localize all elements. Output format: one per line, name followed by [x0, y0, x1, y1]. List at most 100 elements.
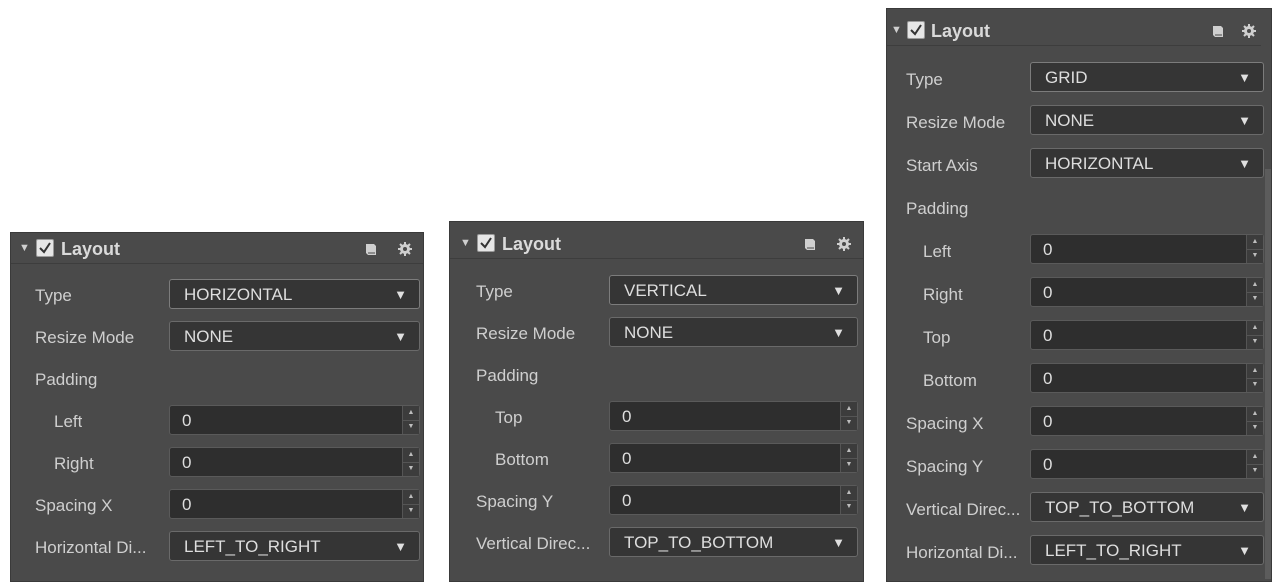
checkmark-icon [39, 242, 51, 254]
spacing-x-value: 0 [1043, 412, 1053, 431]
padding-left-field[interactable]: 0 ▲ ▼ [169, 405, 420, 435]
type-dropdown[interactable]: GRID ▼ [1030, 62, 1264, 92]
vertical-direction-label: Vertical Direc... [476, 534, 591, 553]
spacing-x-field[interactable]: 0 ▲ ▼ [1030, 406, 1264, 436]
stepper-up-icon[interactable]: ▲ [403, 406, 419, 421]
stepper-up-icon[interactable]: ▲ [1247, 450, 1263, 465]
stepper[interactable]: ▲ ▼ [840, 486, 857, 514]
stepper-up-icon[interactable]: ▲ [841, 402, 857, 417]
padding-bottom-label: Bottom [923, 371, 977, 390]
stepper-down-icon[interactable]: ▼ [1247, 421, 1263, 435]
resize-mode-dropdown[interactable]: NONE ▼ [169, 321, 420, 351]
stepper-down-icon[interactable]: ▼ [403, 504, 419, 518]
stepper-up-icon[interactable]: ▲ [1247, 278, 1263, 293]
start-axis-value: HORIZONTAL [1045, 154, 1154, 173]
enabled-checkbox[interactable] [36, 239, 54, 257]
stepper-down-icon[interactable]: ▼ [841, 458, 857, 472]
resize-mode-value: NONE [1045, 111, 1095, 130]
padding-label: Padding [476, 366, 539, 385]
stepper[interactable]: ▲ ▼ [402, 406, 419, 434]
stepper-up-icon[interactable]: ▲ [403, 490, 419, 505]
spacing-y-field[interactable]: 0 ▲ ▼ [1030, 449, 1264, 479]
spacing-y-value: 0 [622, 491, 632, 510]
dropdown-arrow-icon: ▼ [1238, 113, 1251, 128]
resize-mode-dropdown[interactable]: NONE ▼ [1030, 105, 1264, 135]
collapse-triangle-icon[interactable]: ▼ [460, 237, 471, 249]
start-axis-dropdown[interactable]: HORIZONTAL ▼ [1030, 148, 1264, 178]
dropdown-arrow-icon: ▼ [394, 329, 407, 344]
stepper[interactable]: ▲ ▼ [1246, 364, 1263, 392]
vertical-direction-dropdown[interactable]: TOP_TO_BOTTOM ▼ [1030, 492, 1264, 522]
padding-label: Padding [906, 199, 969, 218]
panel-title: Layout [61, 239, 121, 259]
resize-mode-value: NONE [624, 323, 674, 342]
stepper-up-icon[interactable]: ▲ [1247, 364, 1263, 379]
stepper[interactable]: ▲ ▼ [840, 444, 857, 472]
stepper-up-icon[interactable]: ▲ [841, 444, 857, 459]
stepper[interactable]: ▲ ▼ [1246, 407, 1263, 435]
enabled-checkbox[interactable] [477, 234, 495, 252]
stepper[interactable]: ▲ ▼ [1246, 278, 1263, 306]
gear-icon[interactable] [397, 241, 413, 257]
stepper-up-icon[interactable]: ▲ [1247, 407, 1263, 422]
spacing-y-label: Spacing Y [476, 492, 554, 511]
padding-top-field[interactable]: 0 ▲ ▼ [1030, 320, 1264, 350]
vertical-direction-dropdown[interactable]: TOP_TO_BOTTOM ▼ [609, 527, 858, 557]
stepper-down-icon[interactable]: ▼ [1247, 464, 1263, 478]
stepper-up-icon[interactable]: ▲ [1247, 321, 1263, 336]
stepper-down-icon[interactable]: ▼ [403, 420, 419, 434]
dropdown-arrow-icon: ▼ [832, 283, 845, 298]
resize-mode-label: Resize Mode [906, 113, 1006, 132]
scrollbar[interactable] [1265, 169, 1271, 579]
gear-icon[interactable] [836, 236, 852, 252]
enabled-checkbox[interactable] [907, 21, 925, 39]
stepper-down-icon[interactable]: ▼ [1247, 335, 1263, 349]
spacing-y-value: 0 [1043, 455, 1053, 474]
stepper-down-icon[interactable]: ▼ [1247, 292, 1263, 306]
stepper-down-icon[interactable]: ▼ [403, 462, 419, 476]
dropdown-arrow-icon: ▼ [1238, 156, 1251, 171]
collapse-triangle-icon[interactable]: ▼ [19, 242, 30, 254]
padding-left-field[interactable]: 0 ▲ ▼ [1030, 234, 1264, 264]
padding-left-value: 0 [1043, 240, 1053, 259]
gear-icon[interactable] [1241, 23, 1257, 39]
padding-top-field[interactable]: 0 ▲ ▼ [609, 401, 858, 431]
stepper-up-icon[interactable]: ▲ [403, 448, 419, 463]
book-icon[interactable] [1210, 23, 1226, 39]
padding-bottom-value: 0 [622, 449, 632, 468]
type-dropdown[interactable]: VERTICAL ▼ [609, 275, 858, 305]
type-dropdown[interactable]: HORIZONTAL ▼ [169, 279, 420, 309]
stepper-down-icon[interactable]: ▼ [841, 416, 857, 430]
padding-right-field[interactable]: 0 ▲ ▼ [1030, 277, 1264, 307]
stepper-up-icon[interactable]: ▲ [841, 486, 857, 501]
stepper-up-icon[interactable]: ▲ [1247, 235, 1263, 250]
stepper-down-icon[interactable]: ▼ [1247, 378, 1263, 392]
panel-title: Layout [502, 234, 562, 254]
padding-bottom-field[interactable]: 0 ▲ ▼ [1030, 363, 1264, 393]
spacing-y-field[interactable]: 0 ▲ ▼ [609, 485, 858, 515]
padding-bottom-field[interactable]: 0 ▲ ▼ [609, 443, 858, 473]
resize-mode-label: Resize Mode [476, 324, 576, 343]
stepper[interactable]: ▲ ▼ [1246, 321, 1263, 349]
padding-right-label: Right [923, 285, 963, 304]
padding-right-label: Right [54, 454, 94, 473]
spacing-x-field[interactable]: 0 ▲ ▼ [169, 489, 420, 519]
stepper[interactable]: ▲ ▼ [840, 402, 857, 430]
stepper[interactable]: ▲ ▼ [1246, 450, 1263, 478]
horizontal-direction-dropdown[interactable]: LEFT_TO_RIGHT ▼ [1030, 535, 1264, 565]
padding-top-value: 0 [1043, 326, 1053, 345]
stepper[interactable]: ▲ ▼ [402, 490, 419, 518]
padding-right-field[interactable]: 0 ▲ ▼ [169, 447, 420, 477]
book-icon[interactable] [802, 236, 818, 252]
stepper-down-icon[interactable]: ▼ [841, 500, 857, 514]
book-icon[interactable] [363, 241, 379, 257]
type-value: VERTICAL [624, 281, 707, 300]
collapse-triangle-icon[interactable]: ▼ [891, 24, 902, 36]
resize-mode-dropdown[interactable]: NONE ▼ [609, 317, 858, 347]
stepper-down-icon[interactable]: ▼ [1247, 249, 1263, 263]
panel-header: ▼ Layout [11, 233, 423, 264]
padding-top-value: 0 [622, 407, 632, 426]
stepper[interactable]: ▲ ▼ [402, 448, 419, 476]
stepper[interactable]: ▲ ▼ [1246, 235, 1263, 263]
horizontal-direction-dropdown[interactable]: LEFT_TO_RIGHT ▼ [169, 531, 420, 561]
